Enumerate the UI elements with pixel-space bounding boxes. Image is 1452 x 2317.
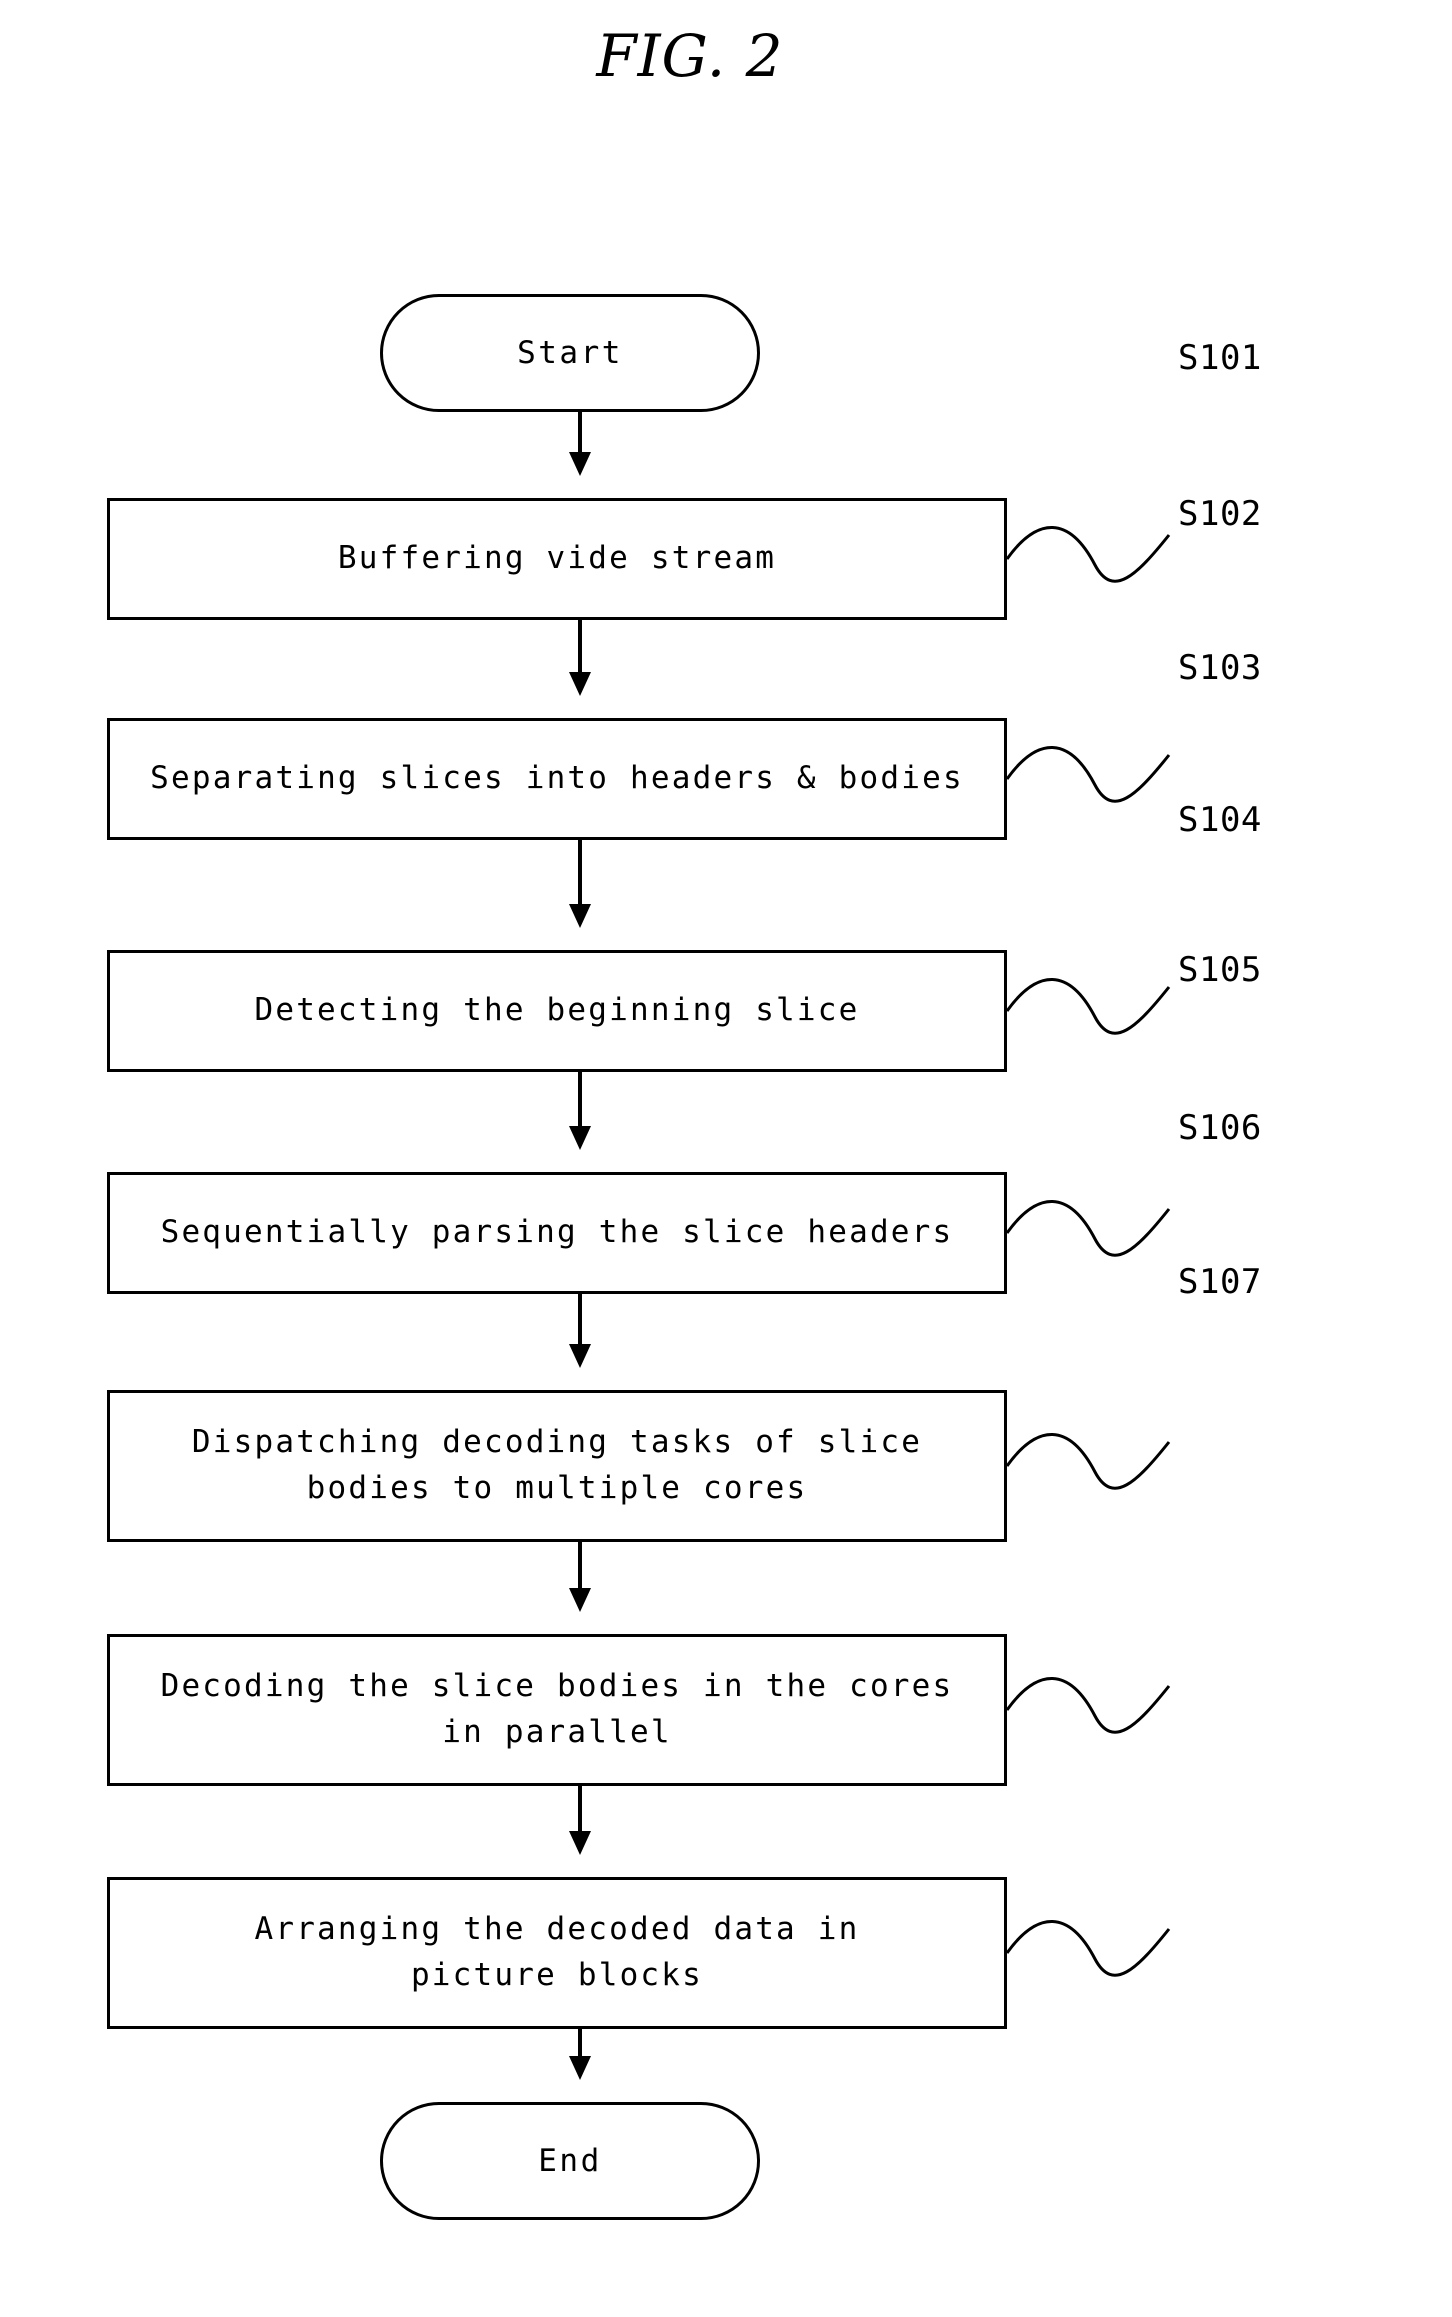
flow-node-s101: Buffering vide stream	[107, 498, 1007, 620]
arrowhead-s106	[569, 1588, 591, 1612]
flow-node-s107: Arranging the decoded data in picture bl…	[107, 1877, 1007, 2029]
flow-node-label-s104: Sequentially parsing the slice headers	[160, 1214, 954, 1251]
flow-arrow-start-to-s101	[578, 412, 582, 454]
arrowhead-s105	[569, 1344, 591, 1368]
leader-squiggle-s104	[1007, 1200, 1171, 1257]
flow-node-label-s101: Buffering vide stream	[337, 540, 777, 577]
arrowhead-s104	[569, 1126, 591, 1150]
flow-node-s104: Sequentially parsing the slice headers	[107, 1172, 1007, 1294]
flow-node-label-start: Start	[517, 334, 623, 371]
flow-arrow-s105-to-s106	[578, 1542, 582, 1590]
arrowhead-end	[569, 2056, 591, 2080]
flow-node-label-s103: Detecting the beginning slice	[254, 992, 860, 1029]
step-label-s103: S103	[1178, 648, 1262, 688]
leader-squiggle-s103	[1007, 978, 1171, 1035]
step-label-s102: S102	[1178, 494, 1262, 534]
flow-node-label-s105: Dispatching decoding tasks of slice bodi…	[191, 1424, 923, 1506]
flow-arrow-s103-to-s104	[578, 1072, 582, 1128]
flow-node-label-s102: Separating slices into headers & bodies	[150, 760, 964, 797]
flow-arrow-s107-to-end	[578, 2029, 582, 2058]
flow-node-s106: Decoding the slice bodies in the cores i…	[107, 1634, 1007, 1786]
flow-arrow-s101-to-s102	[578, 620, 582, 674]
figure-canvas: FIG. 2 Start Buffering vide stream Separat…	[0, 0, 1452, 2317]
flow-arrow-s104-to-s105	[578, 1294, 582, 1346]
flow-arrow-s106-to-s107	[578, 1786, 582, 1833]
arrowhead-s107	[569, 1831, 591, 1855]
step-label-s107: S107	[1178, 1262, 1262, 1302]
flow-node-s105: Dispatching decoding tasks of slice bodi…	[107, 1390, 1007, 1542]
leader-squiggle-s101	[1007, 526, 1171, 583]
flow-node-s102: Separating slices into headers & bodies	[107, 718, 1007, 840]
figure-title: FIG. 2	[596, 22, 784, 90]
step-label-s105: S105	[1178, 950, 1262, 990]
leader-squiggle-s105	[1007, 1433, 1171, 1490]
flow-arrow-s102-to-s103	[578, 840, 582, 906]
flow-node-s103: Detecting the beginning slice	[107, 950, 1007, 1072]
leader-squiggle-s106	[1007, 1677, 1171, 1734]
step-label-s106: S106	[1178, 1108, 1262, 1148]
arrowhead-s102	[569, 672, 591, 696]
flow-node-label-s107: Arranging the decoded data in picture bl…	[254, 1911, 860, 1993]
leader-squiggle-s107	[1007, 1920, 1171, 1977]
flow-node-end: End	[380, 2102, 760, 2220]
flow-node-label-s106: Decoding the slice bodies in the cores i…	[160, 1668, 954, 1750]
arrowhead-s103	[569, 904, 591, 928]
step-label-s104: S104	[1178, 800, 1262, 840]
leader-squiggle-s102	[1007, 746, 1171, 803]
flow-node-start: Start	[380, 294, 760, 412]
step-label-s101: S101	[1178, 338, 1262, 378]
flow-node-label-end: End	[538, 2142, 602, 2179]
arrowhead-s101	[569, 452, 591, 476]
